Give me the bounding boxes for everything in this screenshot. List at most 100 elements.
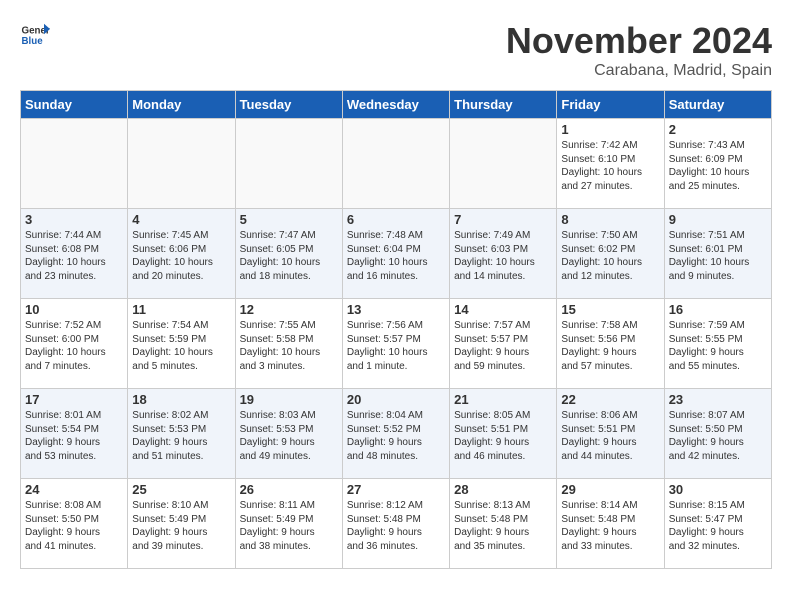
title-section: November 2024 Carabana, Madrid, Spain: [506, 20, 772, 80]
day-number: 30: [669, 482, 767, 497]
day-number: 6: [347, 212, 445, 227]
day-number: 23: [669, 392, 767, 407]
calendar-header-row: SundayMondayTuesdayWednesdayThursdayFrid…: [21, 91, 772, 119]
day-info: Sunrise: 8:03 AM Sunset: 5:53 PM Dayligh…: [240, 409, 338, 463]
calendar-day-cell: 16 Sunrise: 7:59 AM Sunset: 5:55 PM Dayli…: [664, 299, 771, 389]
weekday-header: Sunday: [21, 91, 128, 119]
day-info: Sunrise: 8:11 AM Sunset: 5:49 PM Dayligh…: [240, 499, 338, 553]
calendar-day-cell: [450, 119, 557, 209]
calendar-day-cell: 10Sunrise: 7:52 AM Sunset: 6:00 PM Dayli…: [21, 299, 128, 389]
day-number: 7: [454, 212, 552, 227]
day-number: 14: [454, 302, 552, 317]
day-info: Sunrise: 7:58 AM Sunset: 5:56 PM Dayligh…: [561, 319, 659, 373]
day-number: 16: [669, 302, 767, 317]
calendar-day-cell: 20 Sunrise: 8:04 AM Sunset: 5:52 PM Dayli…: [342, 389, 449, 479]
day-number: 2: [669, 122, 767, 137]
day-number: 20: [347, 392, 445, 407]
calendar-day-cell: 6 Sunrise: 7:48 AM Sunset: 6:04 PM Daylig…: [342, 209, 449, 299]
calendar-day-cell: 14Sunrise: 7:57 AM Sunset: 5:57 PM Dayli…: [450, 299, 557, 389]
calendar-day-cell: 18 Sunrise: 8:02 AM Sunset: 5:53 PM Dayli…: [128, 389, 235, 479]
calendar-week-row: 17Sunrise: 8:01 AM Sunset: 5:54 PM Dayli…: [21, 389, 772, 479]
calendar-day-cell: 8Sunrise: 7:50 AM Sunset: 6:02 PM Daylig…: [557, 209, 664, 299]
calendar-day-cell: 26 Sunrise: 8:11 AM Sunset: 5:49 PM Dayli…: [235, 479, 342, 569]
logo-icon: General Blue: [20, 20, 50, 50]
day-number: 3: [25, 212, 123, 227]
calendar-day-cell: 3 Sunrise: 7:44 AM Sunset: 6:08 PM Daylig…: [21, 209, 128, 299]
day-number: 25: [132, 482, 230, 497]
calendar-day-cell: 29Sunrise: 8:14 AM Sunset: 5:48 PM Dayli…: [557, 479, 664, 569]
day-info: Sunrise: 7:54 AM Sunset: 5:59 PM Dayligh…: [132, 319, 230, 373]
day-number: 24: [25, 482, 123, 497]
day-number: 21: [454, 392, 552, 407]
calendar-day-cell: 4 Sunrise: 7:45 AM Sunset: 6:06 PM Daylig…: [128, 209, 235, 299]
calendar: SundayMondayTuesdayWednesdayThursdayFrid…: [20, 90, 772, 569]
day-number: 27: [347, 482, 445, 497]
day-info: Sunrise: 8:10 AM Sunset: 5:49 PM Dayligh…: [132, 499, 230, 553]
month-year-title: November 2024: [506, 20, 772, 62]
header: General Blue November 2024 Carabana, Mad…: [20, 20, 772, 80]
calendar-day-cell: 7 Sunrise: 7:49 AM Sunset: 6:03 PM Daylig…: [450, 209, 557, 299]
day-info: Sunrise: 8:07 AM Sunset: 5:50 PM Dayligh…: [669, 409, 767, 463]
weekday-header: Wednesday: [342, 91, 449, 119]
day-number: 22: [561, 392, 659, 407]
day-info: Sunrise: 8:14 AM Sunset: 5:48 PM Dayligh…: [561, 499, 659, 553]
calendar-day-cell: [235, 119, 342, 209]
weekday-header: Saturday: [664, 91, 771, 119]
day-number: 13: [347, 302, 445, 317]
day-info: Sunrise: 7:42 AM Sunset: 6:10 PM Dayligh…: [561, 139, 659, 193]
calendar-week-row: 1 Sunrise: 7:42 AM Sunset: 6:10 PM Daylig…: [21, 119, 772, 209]
day-info: Sunrise: 8:13 AM Sunset: 5:48 PM Dayligh…: [454, 499, 552, 553]
weekday-header: Friday: [557, 91, 664, 119]
day-info: Sunrise: 8:02 AM Sunset: 5:53 PM Dayligh…: [132, 409, 230, 463]
day-info: Sunrise: 8:08 AM Sunset: 5:50 PM Dayligh…: [25, 499, 123, 553]
day-info: Sunrise: 7:44 AM Sunset: 6:08 PM Dayligh…: [25, 229, 123, 283]
day-number: 1: [561, 122, 659, 137]
day-number: 19: [240, 392, 338, 407]
day-number: 18: [132, 392, 230, 407]
calendar-week-row: 10Sunrise: 7:52 AM Sunset: 6:00 PM Dayli…: [21, 299, 772, 389]
weekday-header: Thursday: [450, 91, 557, 119]
day-info: Sunrise: 8:04 AM Sunset: 5:52 PM Dayligh…: [347, 409, 445, 463]
day-number: 11: [132, 302, 230, 317]
location-subtitle: Carabana, Madrid, Spain: [506, 62, 772, 80]
calendar-day-cell: 13Sunrise: 7:56 AM Sunset: 5:57 PM Dayli…: [342, 299, 449, 389]
calendar-day-cell: 25 Sunrise: 8:10 AM Sunset: 5:49 PM Dayli…: [128, 479, 235, 569]
calendar-week-row: 24 Sunrise: 8:08 AM Sunset: 5:50 PM Dayli…: [21, 479, 772, 569]
day-number: 10: [25, 302, 123, 317]
calendar-day-cell: 23 Sunrise: 8:07 AM Sunset: 5:50 PM Dayli…: [664, 389, 771, 479]
day-info: Sunrise: 7:51 AM Sunset: 6:01 PM Dayligh…: [669, 229, 767, 283]
calendar-day-cell: 22Sunrise: 8:06 AM Sunset: 5:51 PM Dayli…: [557, 389, 664, 479]
day-info: Sunrise: 7:43 AM Sunset: 6:09 PM Dayligh…: [669, 139, 767, 193]
calendar-week-row: 3 Sunrise: 7:44 AM Sunset: 6:08 PM Daylig…: [21, 209, 772, 299]
day-info: Sunrise: 7:50 AM Sunset: 6:02 PM Dayligh…: [561, 229, 659, 283]
day-number: 17: [25, 392, 123, 407]
calendar-day-cell: 1 Sunrise: 7:42 AM Sunset: 6:10 PM Daylig…: [557, 119, 664, 209]
logo: General Blue: [20, 20, 50, 50]
day-number: 15: [561, 302, 659, 317]
day-info: Sunrise: 7:49 AM Sunset: 6:03 PM Dayligh…: [454, 229, 552, 283]
day-info: Sunrise: 7:45 AM Sunset: 6:06 PM Dayligh…: [132, 229, 230, 283]
svg-text:Blue: Blue: [22, 36, 44, 47]
calendar-day-cell: 5 Sunrise: 7:47 AM Sunset: 6:05 PM Daylig…: [235, 209, 342, 299]
day-info: Sunrise: 7:48 AM Sunset: 6:04 PM Dayligh…: [347, 229, 445, 283]
day-number: 26: [240, 482, 338, 497]
weekday-header: Tuesday: [235, 91, 342, 119]
calendar-day-cell: 19 Sunrise: 8:03 AM Sunset: 5:53 PM Dayli…: [235, 389, 342, 479]
day-number: 4: [132, 212, 230, 227]
calendar-day-cell: 11 Sunrise: 7:54 AM Sunset: 5:59 PM Dayli…: [128, 299, 235, 389]
calendar-day-cell: 2 Sunrise: 7:43 AM Sunset: 6:09 PM Daylig…: [664, 119, 771, 209]
calendar-day-cell: [21, 119, 128, 209]
calendar-day-cell: 12Sunrise: 7:55 AM Sunset: 5:58 PM Dayli…: [235, 299, 342, 389]
day-number: 9: [669, 212, 767, 227]
day-number: 28: [454, 482, 552, 497]
calendar-day-cell: [128, 119, 235, 209]
day-info: Sunrise: 7:59 AM Sunset: 5:55 PM Dayligh…: [669, 319, 767, 373]
day-info: Sunrise: 8:05 AM Sunset: 5:51 PM Dayligh…: [454, 409, 552, 463]
day-number: 5: [240, 212, 338, 227]
calendar-day-cell: 27 Sunrise: 8:12 AM Sunset: 5:48 PM Dayli…: [342, 479, 449, 569]
calendar-day-cell: [342, 119, 449, 209]
day-info: Sunrise: 8:12 AM Sunset: 5:48 PM Dayligh…: [347, 499, 445, 553]
day-info: Sunrise: 7:47 AM Sunset: 6:05 PM Dayligh…: [240, 229, 338, 283]
calendar-day-cell: 21 Sunrise: 8:05 AM Sunset: 5:51 PM Dayli…: [450, 389, 557, 479]
calendar-day-cell: 28 Sunrise: 8:13 AM Sunset: 5:48 PM Dayli…: [450, 479, 557, 569]
